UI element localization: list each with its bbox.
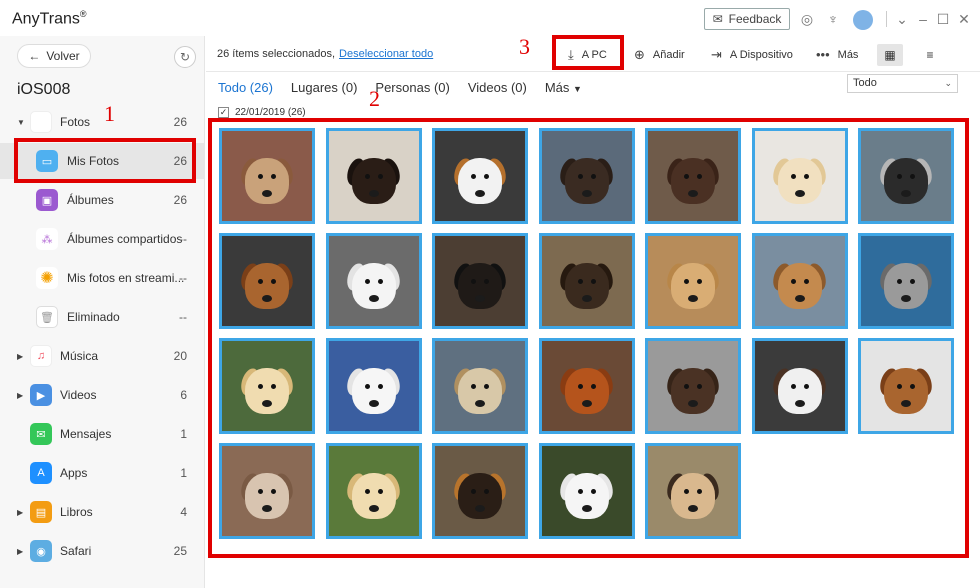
chevron-down-icon: ⌄	[944, 78, 952, 88]
sidebar-item-musica[interactable]: ▶ ♫ Música 20	[0, 338, 205, 374]
expand-arrow-icon[interactable]: ▶	[17, 391, 23, 400]
sidebar-item-safari[interactable]: ▶ ◉ Safari 25	[0, 533, 205, 569]
tab-mas[interactable]: Más ▼	[545, 80, 582, 95]
arrow-left-icon: ←	[28, 49, 41, 63]
trash-icon: 🗑	[36, 306, 58, 328]
category-tabs: Todo (26) Lugares (0) Personas (0) Video…	[218, 80, 582, 95]
back-button[interactable]: ← Volver	[17, 44, 91, 68]
shared-albums-icon: ⁂	[36, 228, 58, 250]
more-dots-icon: •••	[816, 47, 830, 62]
music-icon: ♫	[30, 345, 52, 367]
date-group-header: ✓ 22/01/2019 (26)	[218, 107, 306, 118]
tab-todo[interactable]: Todo (26)	[218, 80, 273, 95]
minimize-icon[interactable]: –	[914, 10, 932, 28]
title-separator	[886, 11, 887, 27]
books-icon: ▤	[30, 501, 52, 523]
grid-view-button[interactable]: ▦	[877, 44, 903, 66]
refresh-button[interactable]: ↻	[174, 46, 196, 68]
date-group-checkbox[interactable]: ✓	[218, 107, 229, 118]
list-view-button[interactable]: ≡	[917, 44, 943, 66]
device-name: iOS008	[17, 81, 71, 98]
support-icon[interactable]: ◎	[798, 10, 816, 28]
messages-icon: ✉	[30, 423, 52, 445]
sidebar-item-videos[interactable]: ▶ ▶ Videos 6	[0, 377, 205, 413]
caret-down-icon: ▼	[573, 84, 582, 94]
expand-arrow-icon[interactable]: ▶	[17, 547, 23, 556]
annotation-box-3	[552, 35, 624, 70]
sidebar-item-albumes-compartidos[interactable]: ⁂ Álbumes compartidos --	[0, 221, 205, 257]
app-title: AnyTrans®	[12, 9, 87, 28]
expand-arrow-icon[interactable]: ▶	[17, 508, 23, 517]
sidebar-item-albumes[interactable]: ▣ Álbumes 26	[0, 182, 205, 218]
sidebar-item-mensajes[interactable]: ✉ Mensajes 1	[0, 416, 205, 452]
list-icon: ≡	[926, 48, 934, 62]
photo-stream-icon: ✺	[36, 267, 58, 289]
expand-arrow-icon[interactable]: ▼	[17, 118, 25, 127]
avatar[interactable]	[853, 10, 873, 30]
grid-icon: ▦	[884, 48, 896, 62]
to-device-button[interactable]: ⇥ A Dispositivo	[711, 47, 793, 63]
shirt-icon[interactable]: ♆	[824, 10, 842, 28]
apps-icon: A	[30, 462, 52, 484]
chevron-down-icon[interactable]: ⌄	[893, 10, 911, 28]
plus-circle-icon: ⊕	[634, 47, 645, 62]
maximize-icon[interactable]: ☐	[934, 10, 952, 28]
tab-lugares[interactable]: Lugares (0)	[291, 80, 357, 95]
add-button[interactable]: ⊕ Añadir	[634, 47, 685, 63]
mail-icon: ✉	[712, 12, 723, 26]
sidebar-item-eliminado[interactable]: 🗑 Eliminado --	[0, 299, 205, 335]
sidebar-item-apps[interactable]: A Apps 1	[0, 455, 205, 491]
sidebar-item-libros[interactable]: ▶ ▤ Libros 4	[0, 494, 205, 530]
to-device-icon: ⇥	[711, 47, 722, 62]
albums-icon: ▣	[36, 189, 58, 211]
filter-select[interactable]: Todo ⌄	[847, 74, 958, 93]
sidebar-item-fotos[interactable]: ▼ ✿ Fotos 26	[0, 104, 205, 140]
videos-icon: ▶	[30, 384, 52, 406]
selection-status: 26 ítems seleccionados, Deseleccionar tod…	[217, 48, 434, 60]
sidebar-item-photo-stream[interactable]: ✺ Mis fotos en streami... --	[0, 260, 205, 296]
annotation-box-1	[14, 138, 196, 183]
safari-icon: ◉	[30, 540, 52, 562]
annotation-number-2: 2	[369, 86, 380, 111]
photos-icon: ✿	[30, 111, 52, 133]
annotation-number-3: 3	[519, 34, 530, 59]
feedback-button[interactable]: ✉ Feedback	[704, 8, 790, 30]
close-icon[interactable]: ✕	[955, 10, 973, 28]
deselect-all-link[interactable]: Deseleccionar todo	[339, 48, 433, 60]
tab-videos[interactable]: Videos (0)	[468, 80, 527, 95]
expand-arrow-icon[interactable]: ▶	[17, 352, 23, 361]
annotation-box-2	[208, 118, 969, 558]
annotation-number-1: 1	[104, 101, 115, 126]
sidebar: ← Volver ↻ iOS008 ▼ ✿ Fotos 26 ▭ Mis Fot…	[0, 36, 205, 588]
more-button[interactable]: ••• Más	[816, 47, 858, 62]
title-bar: AnyTrans® ✉ Feedback ◎ ♆ ⌄ – ☐ ✕	[0, 0, 980, 36]
tab-personas[interactable]: Personas (0)	[375, 80, 449, 95]
